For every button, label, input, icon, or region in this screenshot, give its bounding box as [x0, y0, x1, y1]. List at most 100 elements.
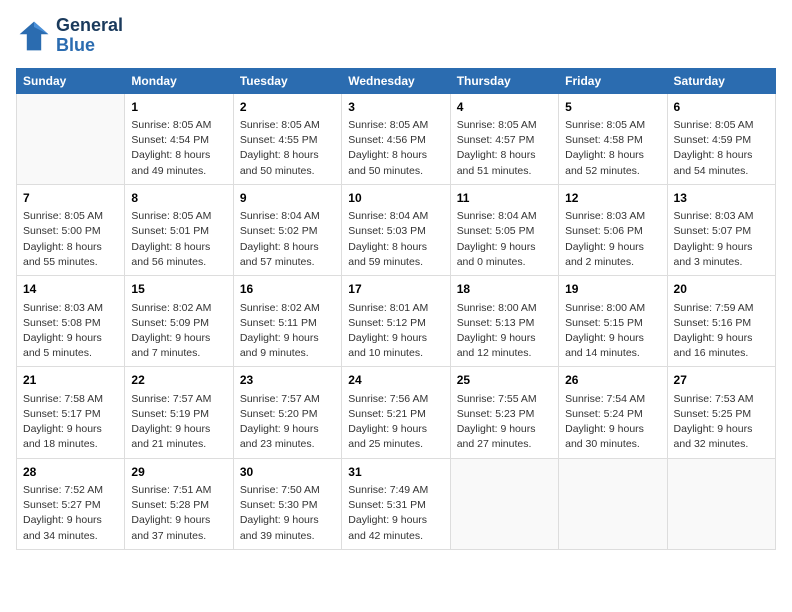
- calendar-cell: 27 Sunrise: 7:53 AMSunset: 5:25 PMDayligh…: [667, 367, 775, 458]
- weekday-header: Thursday: [450, 68, 558, 93]
- day-number: 11: [457, 190, 552, 207]
- day-info: Sunrise: 8:05 AMSunset: 5:01 PMDaylight:…: [131, 209, 226, 270]
- calendar-cell: 11 Sunrise: 8:04 AMSunset: 5:05 PMDayligh…: [450, 184, 558, 275]
- day-info: Sunrise: 8:03 AMSunset: 5:07 PMDaylight:…: [674, 209, 769, 270]
- day-info: Sunrise: 7:54 AMSunset: 5:24 PMDaylight:…: [565, 392, 660, 453]
- day-number: 25: [457, 372, 552, 389]
- calendar-week-row: 1 Sunrise: 8:05 AMSunset: 4:54 PMDaylight…: [17, 93, 776, 184]
- day-info: Sunrise: 7:55 AMSunset: 5:23 PMDaylight:…: [457, 392, 552, 453]
- calendar-cell: 21Sunrise: 7:58 AMSunset: 5:17 PMDayligh…: [17, 367, 125, 458]
- day-number: 4: [457, 99, 552, 116]
- day-info: Sunrise: 7:57 AMSunset: 5:19 PMDaylight:…: [131, 392, 226, 453]
- day-number: 20: [674, 281, 769, 298]
- calendar-table: SundayMondayTuesdayWednesdayThursdayFrid…: [16, 68, 776, 550]
- calendar-cell: 6 Sunrise: 8:05 AMSunset: 4:59 PMDaylight…: [667, 93, 775, 184]
- calendar-cell: 16 Sunrise: 8:02 AMSunset: 5:11 PMDayligh…: [233, 276, 341, 367]
- day-info: Sunrise: 8:02 AMSunset: 5:11 PMDaylight:…: [240, 301, 335, 362]
- day-info: Sunrise: 8:05 AMSunset: 4:56 PMDaylight:…: [348, 118, 443, 179]
- day-number: 8: [131, 190, 226, 207]
- calendar-cell: 24Sunrise: 7:56 AMSunset: 5:21 PMDayligh…: [342, 367, 450, 458]
- day-number: 28: [23, 464, 118, 481]
- day-info: Sunrise: 8:05 AMSunset: 4:59 PMDaylight:…: [674, 118, 769, 179]
- calendar-week-row: 7 Sunrise: 8:05 AMSunset: 5:00 PMDaylight…: [17, 184, 776, 275]
- day-number: 23: [240, 372, 335, 389]
- calendar-cell: 29Sunrise: 7:51 AMSunset: 5:28 PMDayligh…: [125, 458, 233, 549]
- calendar-cell: [17, 93, 125, 184]
- day-info: Sunrise: 8:03 AMSunset: 5:08 PMDaylight:…: [23, 301, 118, 362]
- calendar-cell: [559, 458, 667, 549]
- day-number: 29: [131, 464, 226, 481]
- day-number: 14: [23, 281, 118, 298]
- calendar-cell: 4 Sunrise: 8:05 AMSunset: 4:57 PMDaylight…: [450, 93, 558, 184]
- day-info: Sunrise: 8:05 AMSunset: 4:57 PMDaylight:…: [457, 118, 552, 179]
- weekday-header: Friday: [559, 68, 667, 93]
- day-info: Sunrise: 7:58 AMSunset: 5:17 PMDaylight:…: [23, 392, 118, 453]
- day-info: Sunrise: 7:57 AMSunset: 5:20 PMDaylight:…: [240, 392, 335, 453]
- calendar-cell: 5 Sunrise: 8:05 AMSunset: 4:58 PMDaylight…: [559, 93, 667, 184]
- weekday-header: Sunday: [17, 68, 125, 93]
- calendar-cell: 13 Sunrise: 8:03 AMSunset: 5:07 PMDayligh…: [667, 184, 775, 275]
- day-number: 7: [23, 190, 118, 207]
- calendar-cell: 10 Sunrise: 8:04 AMSunset: 5:03 PMDayligh…: [342, 184, 450, 275]
- logo: General Blue: [16, 16, 123, 56]
- calendar-week-row: 14 Sunrise: 8:03 AMSunset: 5:08 PMDayligh…: [17, 276, 776, 367]
- calendar-cell: 22Sunrise: 7:57 AMSunset: 5:19 PMDayligh…: [125, 367, 233, 458]
- day-number: 3: [348, 99, 443, 116]
- day-info: Sunrise: 8:04 AMSunset: 5:05 PMDaylight:…: [457, 209, 552, 270]
- calendar-week-row: 21Sunrise: 7:58 AMSunset: 5:17 PMDayligh…: [17, 367, 776, 458]
- day-info: Sunrise: 8:00 AMSunset: 5:13 PMDaylight:…: [457, 301, 552, 362]
- day-info: Sunrise: 7:56 AMSunset: 5:21 PMDaylight:…: [348, 392, 443, 453]
- page-header: General Blue: [16, 16, 776, 56]
- calendar-cell: 7 Sunrise: 8:05 AMSunset: 5:00 PMDaylight…: [17, 184, 125, 275]
- calendar-cell: 17 Sunrise: 8:01 AMSunset: 5:12 PMDayligh…: [342, 276, 450, 367]
- day-info: Sunrise: 7:53 AMSunset: 5:25 PMDaylight:…: [674, 392, 769, 453]
- day-number: 27: [674, 372, 769, 389]
- weekday-header: Wednesday: [342, 68, 450, 93]
- day-info: Sunrise: 7:59 AMSunset: 5:16 PMDaylight:…: [674, 301, 769, 362]
- day-number: 5: [565, 99, 660, 116]
- calendar-cell: 19Sunrise: 8:00 AMSunset: 5:15 PMDayligh…: [559, 276, 667, 367]
- calendar-cell: 9Sunrise: 8:04 AMSunset: 5:02 PMDaylight…: [233, 184, 341, 275]
- day-number: 17: [348, 281, 443, 298]
- day-info: Sunrise: 8:04 AMSunset: 5:03 PMDaylight:…: [348, 209, 443, 270]
- calendar-header: SundayMondayTuesdayWednesdayThursdayFrid…: [17, 68, 776, 93]
- day-info: Sunrise: 8:05 AMSunset: 4:54 PMDaylight:…: [131, 118, 226, 179]
- calendar-week-row: 28 Sunrise: 7:52 AMSunset: 5:27 PMDayligh…: [17, 458, 776, 549]
- calendar-cell: [450, 458, 558, 549]
- calendar-cell: 2 Sunrise: 8:05 AMSunset: 4:55 PMDaylight…: [233, 93, 341, 184]
- day-info: Sunrise: 8:05 AMSunset: 4:58 PMDaylight:…: [565, 118, 660, 179]
- day-info: Sunrise: 8:00 AMSunset: 5:15 PMDaylight:…: [565, 301, 660, 362]
- calendar-cell: 8 Sunrise: 8:05 AMSunset: 5:01 PMDaylight…: [125, 184, 233, 275]
- day-number: 15: [131, 281, 226, 298]
- calendar-cell: 28 Sunrise: 7:52 AMSunset: 5:27 PMDayligh…: [17, 458, 125, 549]
- calendar-cell: 3 Sunrise: 8:05 AMSunset: 4:56 PMDaylight…: [342, 93, 450, 184]
- weekday-header: Saturday: [667, 68, 775, 93]
- calendar-cell: 20 Sunrise: 7:59 AMSunset: 5:16 PMDayligh…: [667, 276, 775, 367]
- day-number: 12: [565, 190, 660, 207]
- day-number: 13: [674, 190, 769, 207]
- day-number: 10: [348, 190, 443, 207]
- day-number: 26: [565, 372, 660, 389]
- day-info: Sunrise: 8:05 AMSunset: 5:00 PMDaylight:…: [23, 209, 118, 270]
- calendar-cell: 30Sunrise: 7:50 AMSunset: 5:30 PMDayligh…: [233, 458, 341, 549]
- logo-text: General Blue: [56, 16, 123, 56]
- calendar-cell: 31 Sunrise: 7:49 AMSunset: 5:31 PMDayligh…: [342, 458, 450, 549]
- day-number: 1: [131, 99, 226, 116]
- day-info: Sunrise: 7:49 AMSunset: 5:31 PMDaylight:…: [348, 483, 443, 544]
- day-number: 2: [240, 99, 335, 116]
- day-info: Sunrise: 8:03 AMSunset: 5:06 PMDaylight:…: [565, 209, 660, 270]
- logo-icon: [16, 18, 52, 54]
- day-number: 30: [240, 464, 335, 481]
- day-number: 31: [348, 464, 443, 481]
- day-number: 16: [240, 281, 335, 298]
- day-info: Sunrise: 8:01 AMSunset: 5:12 PMDaylight:…: [348, 301, 443, 362]
- calendar-cell: [667, 458, 775, 549]
- calendar-cell: 14 Sunrise: 8:03 AMSunset: 5:08 PMDayligh…: [17, 276, 125, 367]
- day-info: Sunrise: 8:04 AMSunset: 5:02 PMDaylight:…: [240, 209, 335, 270]
- calendar-cell: 25 Sunrise: 7:55 AMSunset: 5:23 PMDayligh…: [450, 367, 558, 458]
- calendar-cell: 18Sunrise: 8:00 AMSunset: 5:13 PMDayligh…: [450, 276, 558, 367]
- day-number: 6: [674, 99, 769, 116]
- day-info: Sunrise: 7:52 AMSunset: 5:27 PMDaylight:…: [23, 483, 118, 544]
- weekday-header: Tuesday: [233, 68, 341, 93]
- day-info: Sunrise: 8:05 AMSunset: 4:55 PMDaylight:…: [240, 118, 335, 179]
